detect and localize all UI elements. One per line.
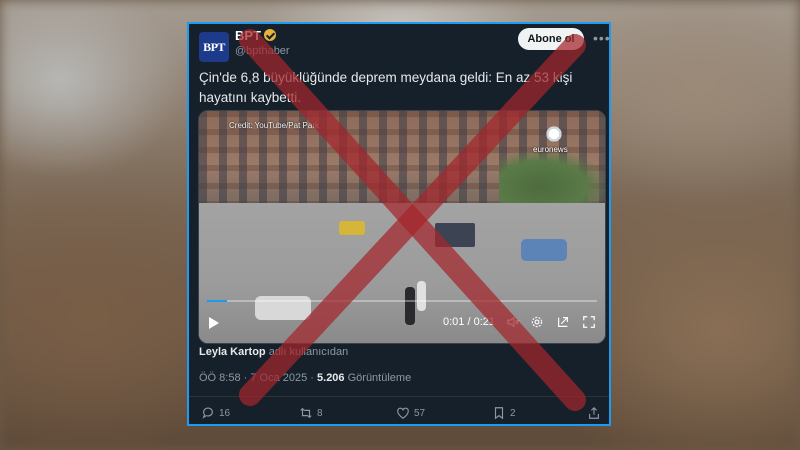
video-frame-person bbox=[405, 287, 415, 325]
video-credit: Credit: YouTube/Pat Park bbox=[229, 121, 319, 130]
video-frame-taxi bbox=[339, 221, 365, 235]
euronews-label: euronews bbox=[533, 145, 568, 154]
video-frame-person bbox=[417, 281, 426, 311]
tweet-card: BPT BPT @bpthaber Abone ol ••• Çin'de 6,… bbox=[187, 22, 611, 426]
bookmark-button[interactable]: 2 bbox=[492, 406, 516, 420]
follow-button[interactable]: Abone ol bbox=[518, 28, 584, 50]
reply-button[interactable]: 16 bbox=[201, 406, 230, 420]
repost-button[interactable]: 8 bbox=[299, 406, 323, 420]
like-button[interactable]: 57 bbox=[396, 406, 425, 420]
bookmark-icon bbox=[494, 407, 504, 420]
account-name-text[interactable]: BPT bbox=[235, 28, 261, 43]
tweet-text: Çin'de 6,8 büyüklüğünde deprem meydana g… bbox=[199, 70, 573, 105]
account-handle[interactable]: @bpthaber bbox=[235, 45, 290, 57]
source-user-link[interactable]: Leyla Kartop bbox=[199, 346, 266, 358]
share-icon bbox=[589, 406, 599, 419]
fullscreen-icon[interactable] bbox=[581, 314, 597, 330]
account-avatar[interactable]: BPT bbox=[199, 32, 229, 62]
heart-icon bbox=[397, 407, 409, 419]
views-label: Görüntüleme bbox=[344, 372, 412, 384]
account-name[interactable]: BPT bbox=[235, 28, 276, 43]
more-options-icon[interactable]: ••• bbox=[593, 30, 609, 46]
video-frame-truck bbox=[435, 223, 475, 247]
verified-badge-icon bbox=[264, 29, 276, 41]
video-frame-car bbox=[521, 239, 567, 261]
reply-count: 16 bbox=[219, 407, 231, 419]
like-count: 57 bbox=[414, 407, 426, 419]
mute-icon[interactable] bbox=[505, 314, 521, 330]
repost-count: 8 bbox=[317, 407, 323, 419]
divider bbox=[189, 396, 609, 397]
video-player[interactable]: Credit: YouTube/Pat Park euronews 0:01 /… bbox=[198, 110, 606, 344]
picture-in-picture-icon[interactable] bbox=[555, 314, 571, 330]
video-frame-trees bbox=[499, 151, 605, 211]
video-progress-fill bbox=[207, 300, 227, 302]
tweet-meta: ÖÖ 8:58 · 7 Oca 2025 · 5.206 Görüntüleme bbox=[199, 372, 411, 384]
video-time: 0:01 / 0:21 bbox=[443, 316, 495, 328]
video-progress-bar[interactable] bbox=[207, 300, 597, 302]
repost-icon bbox=[300, 407, 312, 419]
euronews-logo-icon bbox=[545, 125, 563, 143]
bookmark-count: 2 bbox=[510, 407, 516, 419]
views-count: 5.206 bbox=[317, 372, 345, 384]
tweet-timestamp[interactable]: ÖÖ 8:58 · 7 Oca 2025 · bbox=[199, 372, 317, 384]
video-source-line: Leyla Kartop adlı kullanıcıdan bbox=[199, 346, 348, 358]
play-icon[interactable] bbox=[209, 317, 219, 329]
source-suffix: adlı kullanıcıdan bbox=[265, 346, 349, 358]
share-button[interactable] bbox=[587, 406, 601, 420]
settings-gear-icon[interactable] bbox=[529, 314, 545, 330]
reply-icon bbox=[202, 407, 213, 419]
